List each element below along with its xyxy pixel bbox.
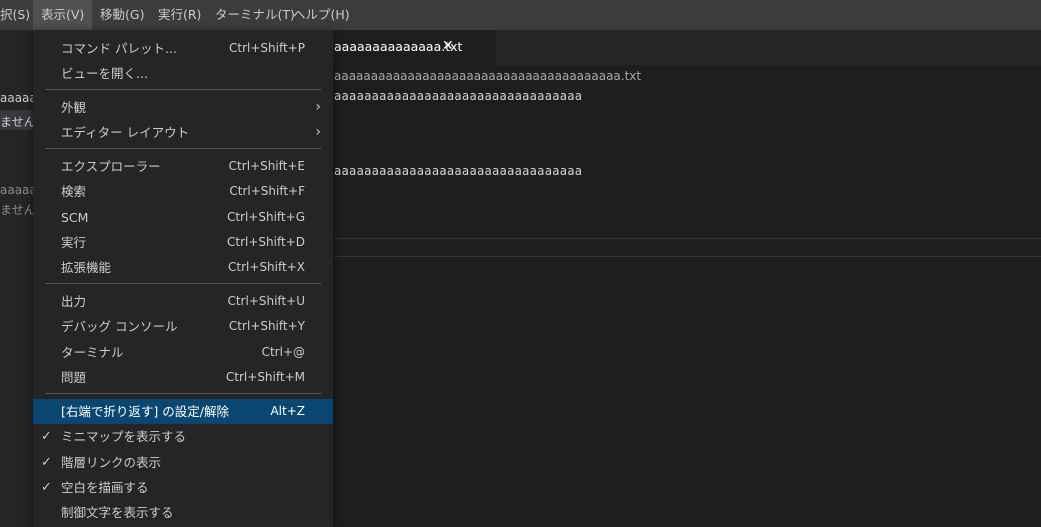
menu-item-problems[interactable]: 問題 Ctrl+Shift+M (33, 365, 333, 390)
menu-item-shortcut: Ctrl+Shift+D (227, 235, 305, 249)
menu-item-label: 階層リンクの表示 (61, 455, 162, 470)
menu-item-shortcut: Ctrl+Shift+F (229, 184, 305, 198)
menu-item-extensions[interactable]: 拡張機能 Ctrl+Shift+X (33, 255, 333, 280)
menu-item-run[interactable]: 実行 Ctrl+Shift+D (33, 230, 333, 255)
menu-item-label: エクスプローラー (61, 159, 161, 174)
chevron-right-icon: › (315, 124, 321, 140)
menu-item-open-view[interactable]: ビューを開く... (33, 61, 333, 86)
menu-item-command-palette[interactable]: コマンド パレット... Ctrl+Shift+P (33, 36, 333, 61)
menu-item-debug-console[interactable]: デバッグ コンソール Ctrl+Shift+Y (33, 314, 333, 339)
menu-terminal[interactable]: ターミナル(T) (215, 0, 295, 30)
menu-item-label: 検索 (61, 184, 87, 199)
menu-item-toggle-word-wrap[interactable]: [右端で折り返す] の設定/解除 Alt+Z (33, 399, 333, 424)
menu-item-label: エディター レイアウト (61, 125, 190, 140)
chevron-right-icon: › (315, 99, 321, 115)
check-icon: ✓ (41, 480, 52, 495)
menu-item-appearance[interactable]: 外観 › (33, 95, 333, 120)
menu-item-render-control-chars[interactable]: 制御文字を表示する (33, 500, 333, 525)
menu-item-shortcut: Ctrl+Shift+X (228, 260, 305, 274)
code-line: aaaaaaaaaaaaaaaaaaaaaaaaaaaaaaaaa (334, 89, 583, 103)
menu-item-explorer[interactable]: エクスプローラー Ctrl+Shift+E (33, 154, 333, 179)
menu-separator (45, 89, 321, 90)
menu-separator (45, 393, 321, 394)
menu-item-label: 制御文字を表示する (61, 505, 174, 520)
menu-view[interactable]: 表示(V) (33, 0, 93, 30)
menu-go[interactable]: 移動(G) (100, 0, 144, 30)
menu-item-label: 実行 (61, 235, 87, 250)
menu-item-shortcut: Ctrl+@ (261, 345, 305, 359)
divider (334, 238, 1041, 239)
menu-item-scm[interactable]: SCM Ctrl+Shift+G (33, 205, 333, 230)
sidebar-item[interactable]: aaaaaa (0, 183, 34, 197)
menu-item-shortcut: Ctrl+Shift+E (228, 159, 305, 173)
editor-tab[interactable]: aaaaaaaaaaaaaa.txt ✕ (334, 30, 496, 65)
menu-item-label: ミニマップを表示する (61, 429, 187, 444)
check-icon: ✓ (41, 455, 52, 470)
menu-item-label: 問題 (61, 370, 87, 385)
menu-separator (45, 283, 321, 284)
sidebar: aaaaaa ません aaaaaa ません (0, 30, 34, 527)
menu-item-label: 拡張機能 (61, 260, 112, 275)
menu-item-render-whitespace[interactable]: ✓ 空白を描画する (33, 475, 333, 500)
menu-item-shortcut: Alt+Z (270, 404, 305, 418)
sidebar-item[interactable]: ません (0, 201, 34, 218)
menu-item-shortcut: Ctrl+Shift+Y (228, 319, 305, 333)
menu-item-show-minimap[interactable]: ✓ ミニマップを表示する (33, 424, 333, 449)
menu-item-label: ビューを開く... (61, 66, 148, 81)
menu-item-label: SCM (61, 210, 89, 225)
menu-item-label: 出力 (61, 294, 87, 309)
menu-item-label: 外観 (61, 100, 87, 115)
menu-item-shortcut: Ctrl+Shift+G (226, 210, 305, 224)
check-icon: ✓ (41, 429, 52, 444)
sidebar-item[interactable]: aaaaaa (0, 91, 34, 105)
menu-item-label: 空白を描画する (61, 480, 149, 495)
menu-item-label: [右端で折り返す] の設定/解除 (61, 404, 229, 419)
sidebar-item[interactable]: ません (0, 113, 34, 130)
menu-item-shortcut: Ctrl+Shift+M (225, 370, 305, 384)
menu-item-shortcut: Ctrl+Shift+U (227, 294, 305, 308)
divider (334, 256, 1041, 257)
menu-item-label: コマンド パレット... (61, 41, 177, 56)
breadcrumb[interactable]: aaaaaaaaaaaaaaaaaaaaaaaaaaaaaaaaaaaaaaa.… (334, 69, 641, 83)
close-icon[interactable]: ✕ (442, 38, 454, 54)
menu-item-editor-layout[interactable]: エディター レイアウト › (33, 120, 333, 145)
menu-item-terminal[interactable]: ターミナル Ctrl+@ (33, 340, 333, 365)
menu-item-search[interactable]: 検索 Ctrl+Shift+F (33, 179, 333, 204)
menu-selection[interactable]: 択(S) (0, 0, 32, 30)
code-line: aaaaaaaaaaaaaaaaaaaaaaaaaaaaaaaaa (334, 164, 583, 178)
menu-separator (45, 148, 321, 149)
menu-item-shortcut: Ctrl+Shift+P (229, 41, 305, 55)
menu-item-label: デバッグ コンソール (61, 319, 178, 334)
menu-item-label: ターミナル (61, 345, 124, 360)
view-menu: コマンド パレット... Ctrl+Shift+P ビューを開く... 外観 › エディタ… (33, 30, 333, 527)
menu-run[interactable]: 実行(R) (158, 0, 201, 30)
menu-item-show-breadcrumbs[interactable]: ✓ 階層リンクの表示 (33, 450, 333, 475)
menubar: 択(S) 表示(V) 移動(G) 実行(R) ターミナル(T) ヘルプ(H) (0, 0, 1041, 30)
menu-help[interactable]: ヘルプ(H) (293, 0, 350, 30)
menu-item-output[interactable]: 出力 Ctrl+Shift+U (33, 289, 333, 314)
